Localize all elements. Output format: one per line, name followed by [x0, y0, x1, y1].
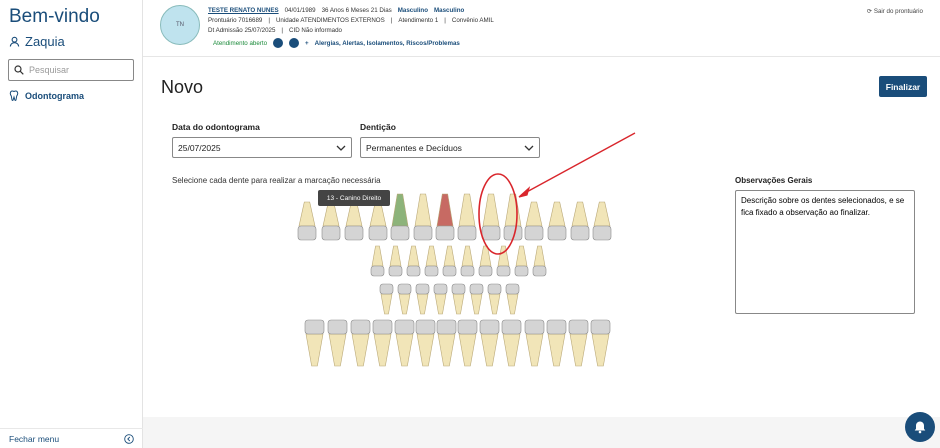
tooth-upper-deciduous-9[interactable] — [514, 245, 529, 277]
tooth-lower-deciduous-7[interactable] — [487, 283, 502, 315]
tooth-upper-13[interactable] — [570, 201, 590, 241]
tooth-lower-9[interactable] — [479, 319, 500, 367]
tooth-upper-14[interactable] — [592, 201, 612, 241]
tooth-lower-deciduous-3[interactable] — [415, 283, 430, 315]
tooth-upper-11[interactable] — [524, 201, 544, 241]
odontogram[interactable] — [0, 0, 940, 448]
tooth-lower-deciduous-6[interactable] — [469, 283, 484, 315]
tooth-lower-deciduous-1[interactable] — [379, 283, 394, 315]
tooth-upper-7[interactable] — [435, 193, 455, 241]
tooth-upper-9[interactable] — [481, 193, 501, 241]
tooth-upper-12[interactable] — [547, 201, 567, 241]
tooth-upper-deciduous-5[interactable] — [442, 245, 457, 277]
tooth-lower-deciduous-2[interactable] — [397, 283, 412, 315]
bell-icon — [914, 421, 926, 434]
tooth-upper-deciduous-2[interactable] — [388, 245, 403, 277]
tooth-lower-deciduous-5[interactable] — [451, 283, 466, 315]
tooth-upper-1[interactable] — [297, 201, 317, 241]
tooth-upper-deciduous-10[interactable] — [532, 245, 547, 277]
annotation-arrow-head — [518, 186, 531, 198]
tooth-lower-2[interactable] — [327, 319, 348, 367]
tooth-lower-1[interactable] — [304, 319, 325, 367]
tooth-lower-deciduous-8[interactable] — [505, 283, 520, 315]
tooth-upper-deciduous-3[interactable] — [406, 245, 421, 277]
tooth-lower-deciduous-4[interactable] — [433, 283, 448, 315]
tooth-upper-10[interactable] — [503, 193, 523, 241]
tooth-upper-4[interactable] — [368, 201, 388, 241]
tooth-upper-deciduous-4[interactable] — [424, 245, 439, 277]
tooth-upper-deciduous-8[interactable] — [496, 245, 511, 277]
tooth-upper-8[interactable] — [457, 193, 477, 241]
tooth-upper-5[interactable] — [390, 193, 410, 241]
notification-button[interactable] — [905, 412, 935, 442]
tooth-upper-deciduous-1[interactable] — [370, 245, 385, 277]
tooth-upper-3[interactable] — [344, 201, 364, 241]
tooth-lower-6[interactable] — [415, 319, 436, 367]
tooth-lower-12[interactable] — [546, 319, 567, 367]
tooth-lower-10[interactable] — [501, 319, 522, 367]
tooth-lower-7[interactable] — [436, 319, 457, 367]
tooth-lower-4[interactable] — [372, 319, 393, 367]
tooth-upper-6[interactable] — [413, 193, 433, 241]
tooth-lower-3[interactable] — [350, 319, 371, 367]
tooth-upper-deciduous-6[interactable] — [460, 245, 475, 277]
tooth-upper-2[interactable] — [321, 201, 341, 241]
tooth-lower-8[interactable] — [457, 319, 478, 367]
tooth-lower-14[interactable] — [590, 319, 611, 367]
tooth-lower-11[interactable] — [524, 319, 545, 367]
tooth-tooltip: 13 - Canino Direito — [318, 190, 390, 206]
tooth-lower-5[interactable] — [394, 319, 415, 367]
annotation-arrow-line — [522, 132, 636, 195]
tooth-lower-13[interactable] — [568, 319, 589, 367]
